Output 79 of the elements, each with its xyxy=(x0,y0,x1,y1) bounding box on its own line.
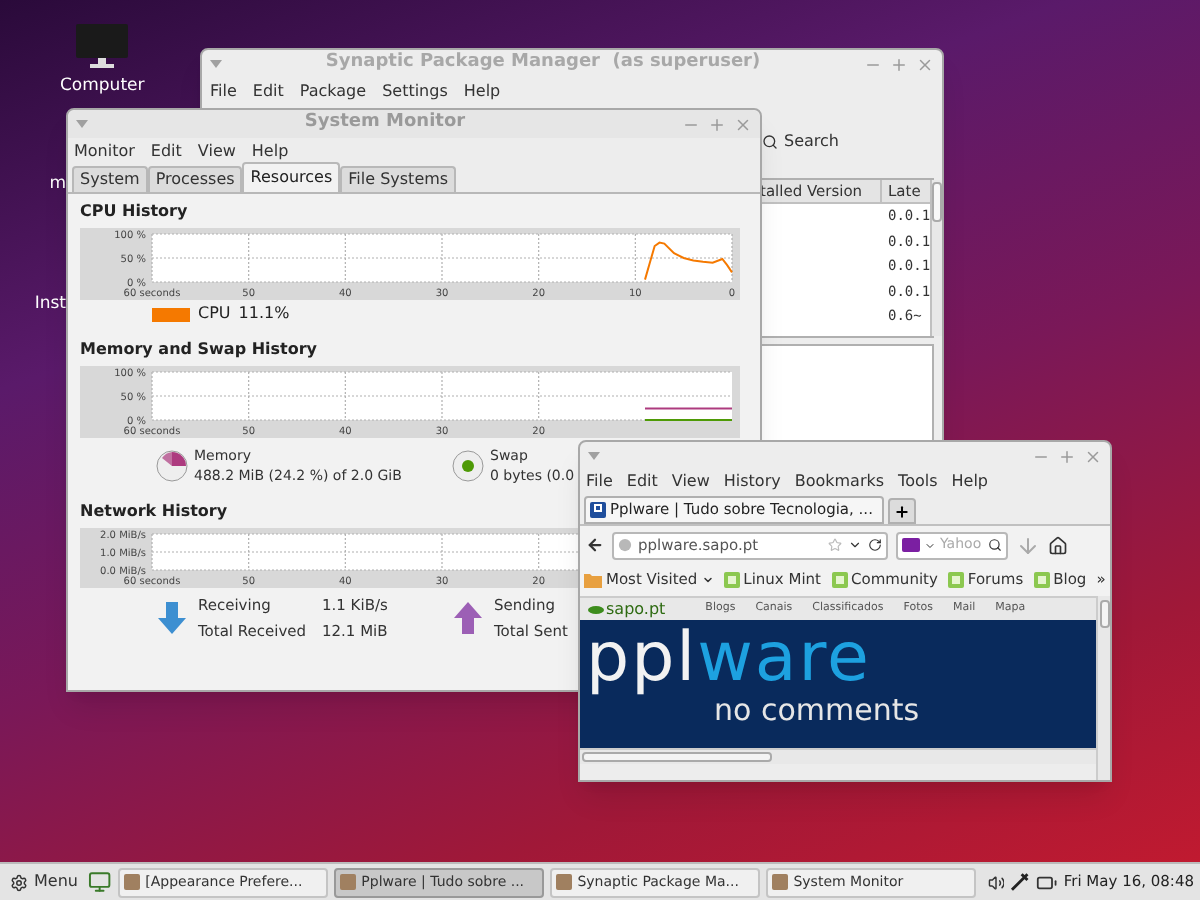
search-icon xyxy=(762,134,778,150)
vertical-scrollbar[interactable] xyxy=(1096,596,1110,780)
menu-item[interactable]: Edit xyxy=(252,80,284,104)
bookmark-page-icon xyxy=(831,572,847,588)
section-heading: CPU History xyxy=(80,200,188,224)
menu-item[interactable]: Package xyxy=(299,80,367,104)
bookmark-page-icon xyxy=(723,572,740,588)
back-icon[interactable] xyxy=(586,536,604,554)
app-icon xyxy=(555,874,572,890)
tab[interactable]: Processes xyxy=(147,166,243,192)
window-menu-icon[interactable] xyxy=(588,452,600,460)
menu-item[interactable]: Help xyxy=(463,80,501,104)
caret-icon xyxy=(701,574,714,586)
home-icon[interactable] xyxy=(1048,535,1068,555)
tab[interactable]: File Systems xyxy=(340,166,457,192)
globe-icon xyxy=(618,538,632,552)
plus-icon xyxy=(894,503,910,519)
download-icon[interactable] xyxy=(1016,533,1040,557)
desktop-icon-label[interactable]: Computer xyxy=(60,74,145,100)
site-favicon xyxy=(590,502,606,518)
legend-label: CPU xyxy=(198,302,231,326)
maximize-icon[interactable] xyxy=(708,115,726,133)
bookmark-page-icon xyxy=(947,572,964,588)
menu-item[interactable]: Edit xyxy=(626,470,658,494)
menu-item[interactable]: Help xyxy=(251,139,289,163)
dropdown-icon[interactable] xyxy=(848,538,862,552)
menu-item[interactable]: Help xyxy=(951,470,989,494)
close-icon[interactable] xyxy=(916,55,934,73)
upload-arrow-icon xyxy=(452,602,484,634)
menu-item[interactable]: Settings xyxy=(382,80,448,104)
menu-item[interactable]: View xyxy=(197,139,236,163)
tab[interactable]: Resources xyxy=(242,162,341,192)
search-button[interactable]: Search xyxy=(762,130,839,154)
menu-item[interactable]: Bookmarks xyxy=(794,470,885,494)
app-icon xyxy=(771,874,788,890)
menu-item[interactable]: History xyxy=(723,470,781,494)
monitor-icon[interactable] xyxy=(76,24,129,68)
reload-icon[interactable] xyxy=(868,538,882,552)
menu-item[interactable]: View xyxy=(671,470,710,494)
desktop-icon-label[interactable]: Inst xyxy=(34,292,66,318)
app-icon xyxy=(123,874,140,890)
menu-item[interactable]: Monitor xyxy=(74,139,135,163)
battery-icon[interactable] xyxy=(1036,871,1058,893)
menu-item[interactable]: Tools xyxy=(898,470,938,494)
download-arrow-icon xyxy=(156,602,188,634)
search-icon[interactable] xyxy=(988,538,1002,552)
maximize-icon[interactable] xyxy=(1058,447,1076,465)
horizontal-scrollbar[interactable] xyxy=(580,748,1096,764)
window-title: Synaptic Package Manager (as superuser) xyxy=(323,50,763,77)
star-icon[interactable] xyxy=(828,538,842,552)
scrollbar[interactable] xyxy=(930,180,943,336)
legend-value: 11.1% xyxy=(238,302,290,326)
close-icon[interactable] xyxy=(734,115,752,133)
section-heading: Memory and Swap History xyxy=(80,338,318,362)
legend-swatch[interactable] xyxy=(152,307,190,321)
app-icon xyxy=(339,874,356,890)
search-engine-icon xyxy=(902,538,920,552)
site-logo[interactable]: sapo.pt xyxy=(588,597,666,621)
pie-icon xyxy=(156,450,188,482)
show-desktop-icon[interactable] xyxy=(87,870,112,894)
desktop-icon-label[interactable]: m xyxy=(49,172,66,198)
banner-tagline: no comments xyxy=(712,694,922,726)
window-menu-icon[interactable] xyxy=(76,120,88,128)
new-tab-button[interactable] xyxy=(888,498,916,524)
section-heading: Network History xyxy=(80,500,228,524)
volume-icon[interactable] xyxy=(987,873,1005,891)
bookmark-page-icon xyxy=(1033,572,1050,588)
menu-button[interactable]: Menu xyxy=(6,870,82,894)
maximize-icon[interactable] xyxy=(890,55,908,73)
dot-icon xyxy=(452,450,484,482)
window-menu-icon[interactable] xyxy=(210,60,222,68)
tab[interactable]: System xyxy=(72,166,148,192)
close-icon[interactable] xyxy=(1084,447,1102,465)
gear-icon xyxy=(10,873,28,891)
menu-item[interactable]: File xyxy=(586,470,613,494)
menu-item[interactable]: Edit xyxy=(150,139,182,163)
banner-logo: pplware xyxy=(586,622,873,694)
menu-item[interactable]: File xyxy=(210,80,237,104)
window-title: System Monitor xyxy=(302,110,468,137)
